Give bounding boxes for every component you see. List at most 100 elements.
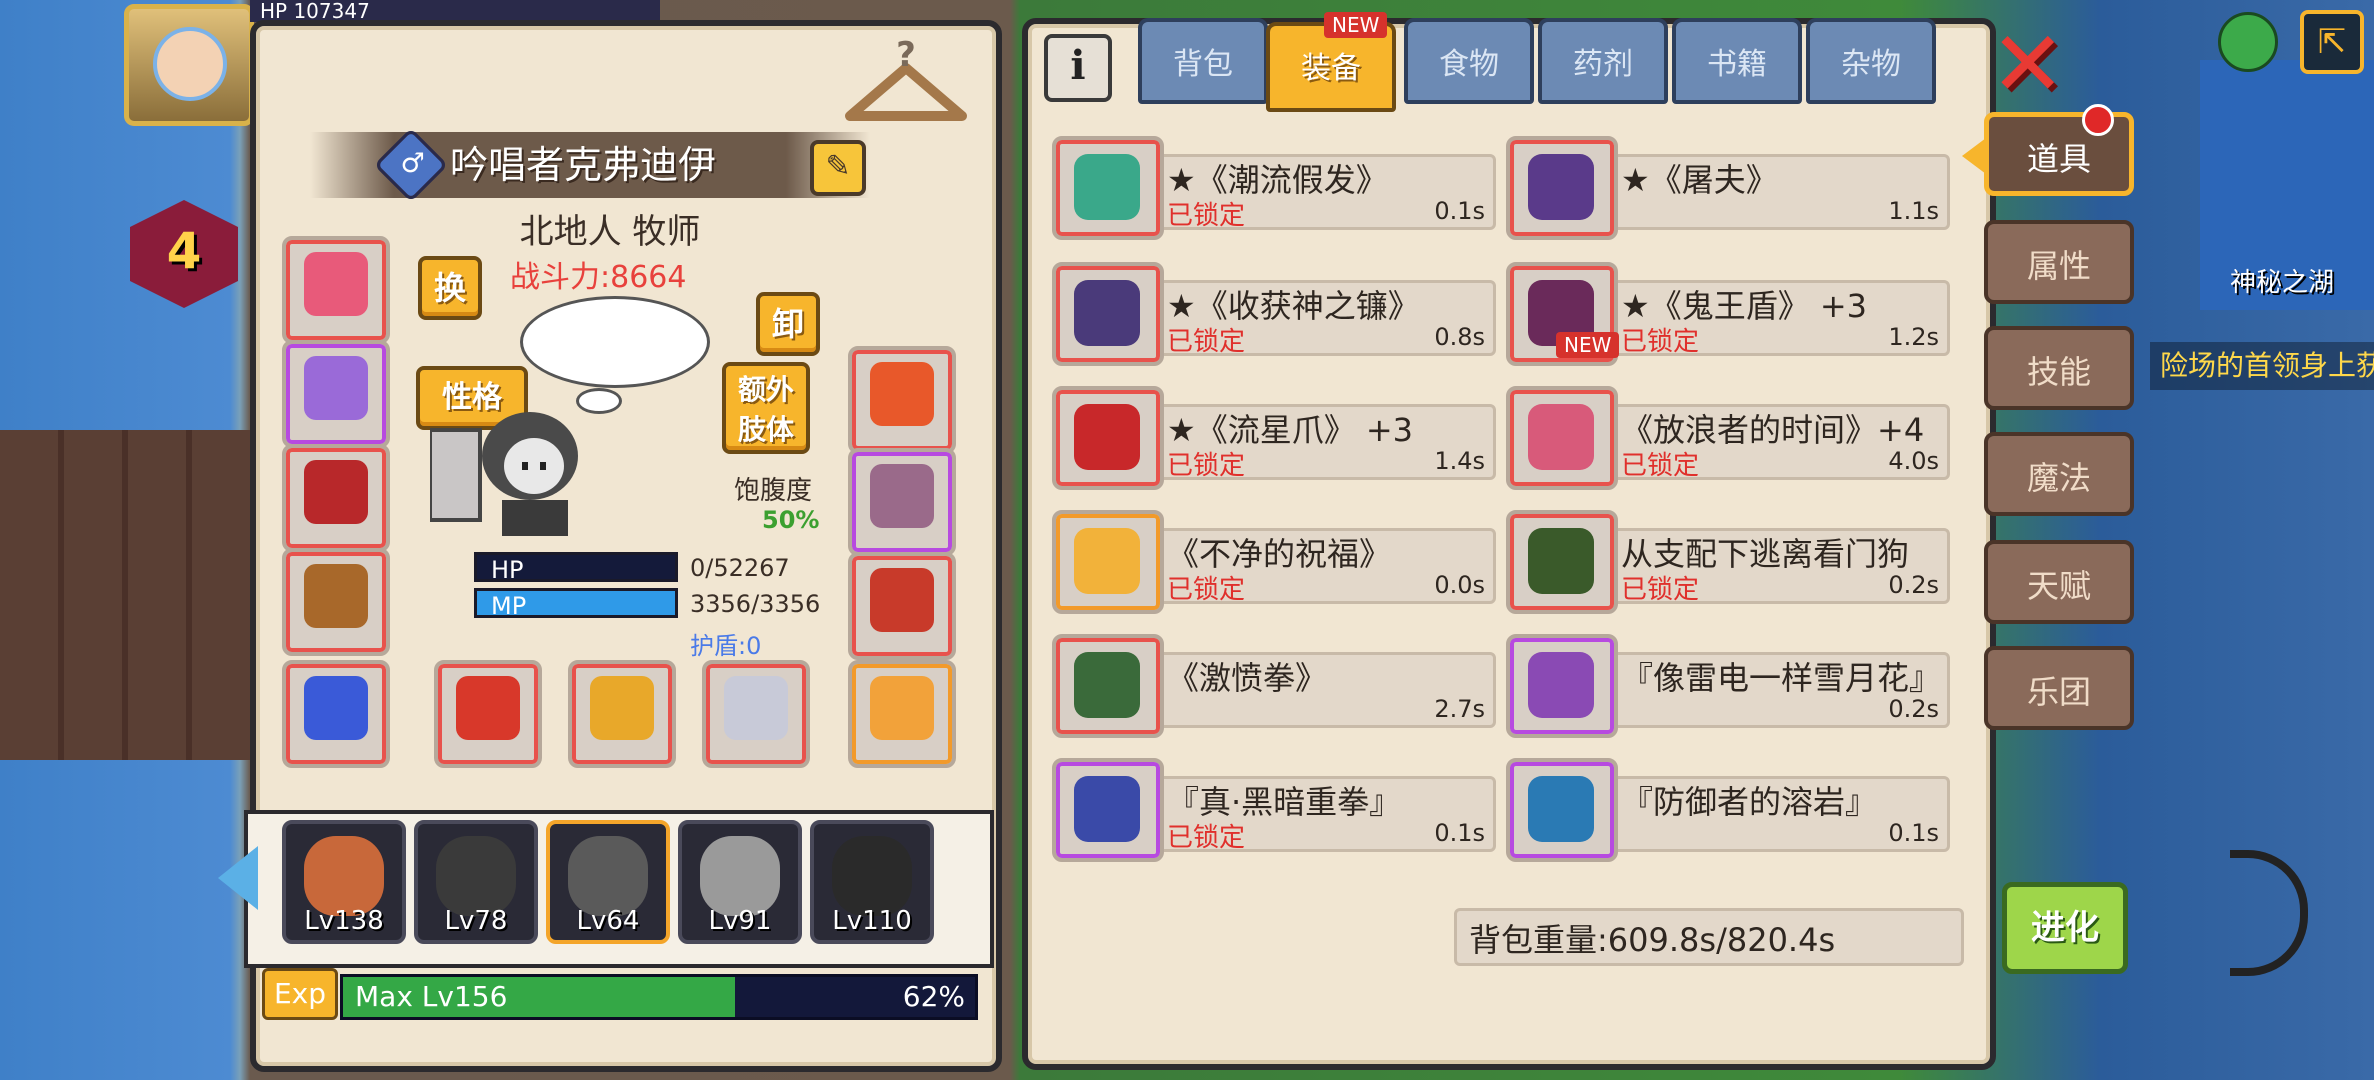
unequip-button[interactable]: 卸	[756, 292, 820, 356]
item-icon	[1528, 652, 1594, 718]
extra-limb-button[interactable]: 额外肢体	[722, 362, 810, 454]
mp-bar: MP	[474, 588, 678, 620]
party-member-avatar	[832, 836, 912, 916]
item-info: ★《流星爪》 +3 已锁定 1.4s	[1148, 404, 1496, 481]
tab-2[interactable]: 食物	[1404, 18, 1534, 104]
info-icon[interactable]: i	[1044, 34, 1112, 102]
side-tab-5[interactable]: 乐团	[1984, 646, 2134, 730]
book-icon	[870, 362, 934, 426]
side-tab-4[interactable]: 天赋	[1984, 540, 2134, 624]
side-tab-2[interactable]: 技能	[1984, 326, 2134, 410]
tab-5[interactable]: 杂物	[1806, 18, 1936, 104]
item-weight: 0.1s	[1434, 819, 1485, 847]
inventory-item[interactable]: ★《鬼王盾》 +3 已锁定 1.2s NEW	[1506, 262, 1956, 366]
side-tab-3[interactable]: 魔法	[1984, 432, 2134, 516]
party-member-level: Lv91	[708, 906, 772, 936]
item-locked-label: 已锁定	[1167, 201, 1246, 231]
inventory-item[interactable]: 《不净的祝福》 已锁定 0.0s	[1052, 510, 1502, 614]
exp-icon: Exp	[262, 968, 338, 1020]
item-locked-label: 已锁定	[1167, 451, 1246, 481]
exit-icon[interactable]: ⇱	[2300, 10, 2364, 74]
item-icon	[1528, 776, 1594, 842]
left-arrow-icon[interactable]	[218, 846, 258, 910]
item-weight: 4.0s	[1888, 447, 1939, 475]
character-sprite	[430, 412, 578, 536]
item-name: 《激愤拳》	[1167, 659, 1328, 697]
item-locked-label: 已锁定	[1167, 575, 1246, 605]
party-member[interactable]: Lv138	[282, 820, 406, 944]
equip-slot-ring[interactable]	[282, 660, 390, 768]
edit-name-icon[interactable]: ✎	[810, 140, 866, 196]
party-member-level: Lv78	[444, 906, 508, 936]
wooden-dock	[0, 430, 260, 760]
item-icon-box	[1506, 136, 1618, 240]
equip-slot-head-accessory[interactable]	[282, 340, 390, 448]
equip-slot-book[interactable]	[848, 346, 956, 454]
item-weight: 0.1s	[1434, 197, 1485, 225]
party-member[interactable]: Lv110	[810, 820, 934, 944]
map-location-label: 神秘之湖	[2230, 268, 2335, 298]
item-locked-label: 已锁定	[1621, 451, 1700, 481]
party-member-level: Lv64	[576, 906, 640, 936]
character-class: 北地人 牧师	[519, 212, 701, 252]
party-member-avatar	[436, 836, 516, 916]
inventory-item[interactable]: 《激愤拳》 2.7s	[1052, 634, 1502, 738]
inventory-item[interactable]: ★《收获神之镰》 已锁定 0.8s	[1052, 262, 1502, 366]
tab-4[interactable]: 书籍	[1672, 18, 1802, 104]
item-name: ★《收获神之镰》	[1167, 287, 1420, 325]
item-info: 『真·黑暗重拳』 已锁定 0.1s	[1148, 776, 1496, 853]
thought-bubble	[520, 296, 710, 388]
inventory-item[interactable]: 『防御者的溶岩』 0.1s	[1506, 758, 1956, 862]
item-icon-box	[1052, 758, 1164, 862]
item-weight: 1.1s	[1888, 197, 1939, 225]
equip-slot-boots[interactable]	[848, 552, 956, 660]
item-icon-box	[1506, 510, 1618, 614]
satiety-value: 50%	[762, 506, 820, 534]
inventory-item[interactable]: 『真·黑暗重拳』 已锁定 0.1s	[1052, 758, 1502, 862]
item-name: 『像雷电一样雪月花』	[1621, 659, 1941, 697]
equip-slot-weapon-off[interactable]	[568, 660, 676, 768]
tab-0[interactable]: 背包	[1138, 18, 1268, 104]
inventory-item[interactable]: ★《屠夫》 1.1s	[1506, 136, 1956, 240]
quest-tracker-text[interactable]: 险场的首领身上获	[2150, 342, 2374, 390]
equip-slot-weapon-main[interactable]	[434, 660, 542, 768]
equip-slot-armor[interactable]	[282, 548, 390, 656]
party-member[interactable]: Lv78	[414, 820, 538, 944]
globe-icon[interactable]	[2218, 12, 2278, 72]
inventory-item[interactable]: ★《流星爪》 +3 已锁定 1.4s	[1052, 386, 1502, 490]
item-icon	[1074, 652, 1140, 718]
item-weight: 2.7s	[1434, 695, 1485, 723]
inventory-item[interactable]: 『像雷电一样雪月花』 0.2s	[1506, 634, 1956, 738]
equip-slot-belt[interactable]	[848, 448, 956, 556]
item-icon-box	[1506, 758, 1618, 862]
svg-text:?: ?	[896, 38, 916, 75]
item-name: ★《潮流假发》	[1167, 161, 1388, 199]
evolve-button[interactable]: 进化	[2002, 882, 2128, 974]
item-weight: 1.4s	[1434, 447, 1485, 475]
equip-slot-helmet[interactable]	[282, 236, 390, 344]
party-member-avatar	[568, 836, 648, 916]
exp-level-text: Max Lv156	[355, 980, 508, 1013]
hanger-icon[interactable]: ?	[842, 38, 970, 130]
tab-3[interactable]: 药剂	[1538, 18, 1668, 104]
cape-icon	[304, 460, 368, 524]
item-icon	[1074, 776, 1140, 842]
bracelet-icon	[870, 676, 934, 740]
item-locked-label: 已锁定	[1167, 327, 1246, 357]
close-icon[interactable]: ✕	[1990, 20, 2065, 110]
inventory-item[interactable]: ★《潮流假发》 已锁定 0.1s	[1052, 136, 1502, 240]
swap-button[interactable]: 换	[418, 256, 482, 320]
inventory-item[interactable]: 从支配下逃离看门狗 已锁定 0.2s	[1506, 510, 1956, 614]
combat-power: 战斗力:8664	[510, 260, 687, 295]
character-name: 吟唱者克弗迪伊	[450, 143, 717, 187]
side-tab-1[interactable]: 属性	[1984, 220, 2134, 304]
inventory-item[interactable]: 《放浪者的时间》+4 已锁定 4.0s	[1506, 386, 1956, 490]
equip-slot-cape[interactable]	[282, 444, 390, 552]
equip-slot-accessory[interactable]	[848, 660, 956, 768]
party-member[interactable]: Lv91	[678, 820, 802, 944]
party-member[interactable]: Lv64	[546, 820, 670, 944]
player-portrait[interactable]	[124, 4, 254, 126]
item-icon-box	[1052, 386, 1164, 490]
equip-slot-mount[interactable]	[702, 660, 810, 768]
item-weight: 0.2s	[1888, 695, 1939, 723]
